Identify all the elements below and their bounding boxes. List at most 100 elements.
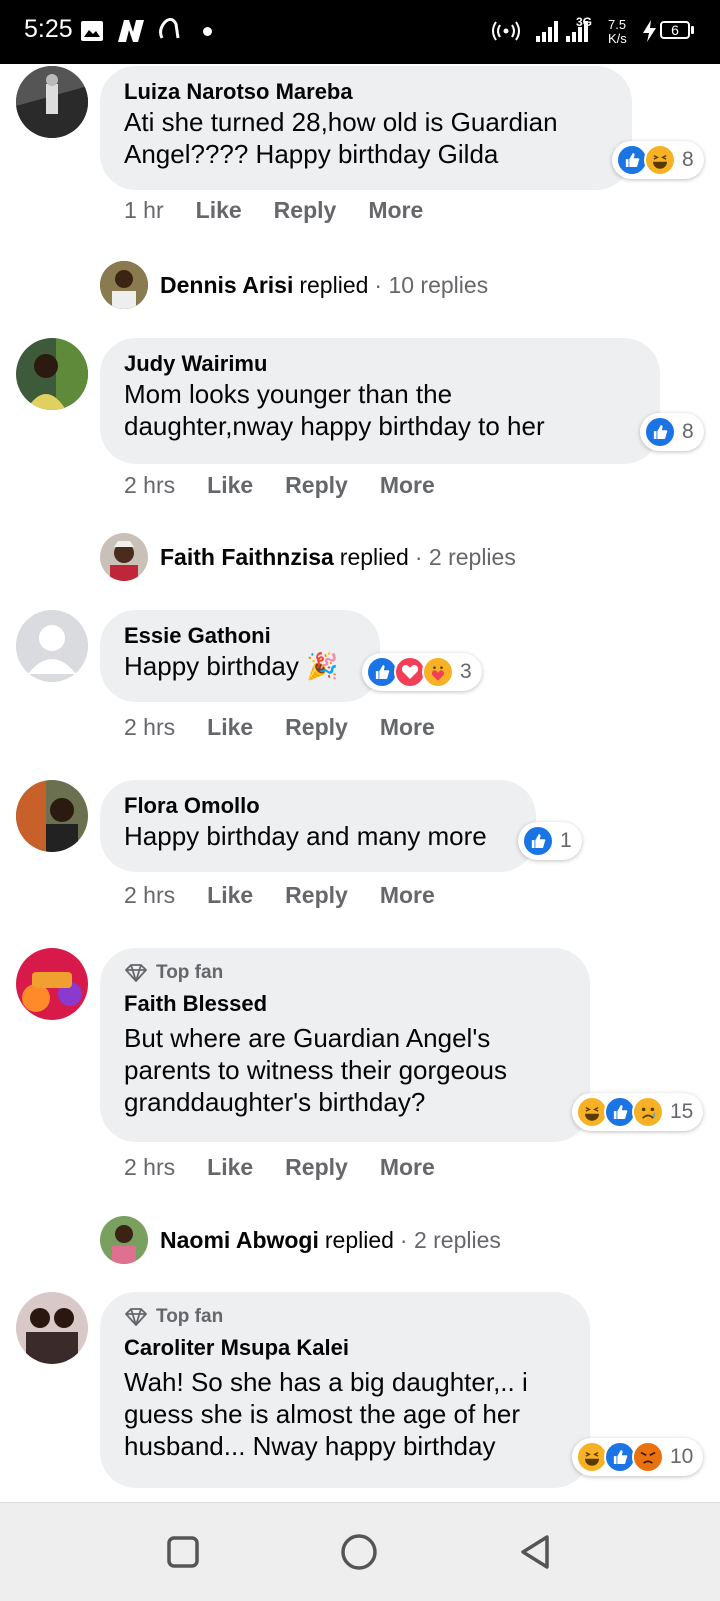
like-button[interactable]: Like xyxy=(207,472,253,499)
top-fan-label: Top fan xyxy=(156,1306,224,1327)
reaction-count: 8 xyxy=(682,420,694,443)
dot-icon xyxy=(203,27,212,36)
status-time: 5:25 xyxy=(24,15,73,43)
system-nav-bar xyxy=(0,1502,720,1601)
comment-actions: 2 hrs Like Reply More xyxy=(124,714,467,741)
reactions-summary[interactable]: 10 xyxy=(572,1438,704,1476)
comment-text-line: Happy birthday and many more xyxy=(124,821,487,851)
news-app-icon xyxy=(118,20,144,42)
default-avatar-icon[interactable] xyxy=(16,610,88,682)
reaction-count: 10 xyxy=(670,1445,694,1468)
reactions-summary[interactable]: 3 xyxy=(362,653,482,691)
more-button[interactable]: More xyxy=(368,197,423,224)
replied-label: replied xyxy=(339,543,409,570)
comment-time[interactable]: 2 hrs xyxy=(124,714,175,741)
battery-level: 6 xyxy=(671,22,679,38)
view-replies-link[interactable]: Dennis Arisi replied · 10 replies xyxy=(100,261,488,309)
circle-icon[interactable] xyxy=(340,1533,378,1571)
reply-button[interactable]: Reply xyxy=(285,1154,348,1181)
signal-icon-1 xyxy=(536,21,558,42)
reply-button[interactable]: Reply xyxy=(274,197,337,224)
more-button[interactable]: More xyxy=(380,882,435,909)
comment-author[interactable]: Flora Omollo xyxy=(124,792,512,820)
comment-bubble[interactable]: Flora Omollo Happy birthday and many mor… xyxy=(100,780,536,872)
like-reaction-icon xyxy=(644,416,676,448)
avatar[interactable] xyxy=(16,780,88,852)
view-replies-link[interactable]: Naomi Abwogi replied · 2 replies xyxy=(100,1216,501,1264)
comment-author[interactable]: Faith Blessed xyxy=(124,990,566,1018)
reaction-count: 8 xyxy=(682,148,694,171)
comment-author[interactable]: Caroliter Msupa Kalei xyxy=(124,1334,566,1362)
diamond-icon xyxy=(125,964,147,982)
like-button[interactable]: Like xyxy=(207,714,253,741)
reactions-summary[interactable]: 15 xyxy=(572,1093,704,1131)
comment-text-line: But where are Guardian Angel's xyxy=(124,1023,491,1053)
comment-time[interactable]: 2 hrs xyxy=(124,882,175,909)
comment-bubble[interactable]: Judy Wairimu Mom looks younger than the … xyxy=(100,338,660,464)
hotspot-icon xyxy=(492,21,520,41)
reaction-count: 15 xyxy=(670,1100,694,1123)
angry-reaction-icon xyxy=(632,1441,664,1473)
replied-label: replied xyxy=(324,1226,394,1253)
comment-actions: 2 hrs Like Reply More xyxy=(124,472,467,499)
top-fan-badge: Top fan xyxy=(124,960,566,986)
diamond-icon xyxy=(125,1308,147,1326)
battery-tip xyxy=(691,26,694,34)
like-reaction-icon xyxy=(522,825,554,857)
network-type: 3G xyxy=(576,15,593,29)
reply-count: · 2 replies xyxy=(399,1226,501,1253)
triangle-back-icon[interactable] xyxy=(518,1533,552,1571)
reply-author[interactable]: Faith Faithnzisa xyxy=(160,544,334,571)
reply-button[interactable]: Reply xyxy=(285,472,348,499)
comment-actions: 2 hrs Like Reply More xyxy=(124,1154,467,1181)
comment-text-line: Wah! So she has a big daughter,.. i xyxy=(124,1367,528,1397)
reply-button[interactable]: Reply xyxy=(285,714,348,741)
comment-time[interactable]: 1 hr xyxy=(124,197,164,224)
charging-icon xyxy=(643,20,656,42)
view-replies-link[interactable]: Faith Faithnzisa replied · 2 replies xyxy=(100,533,516,581)
status-bar: 5:25 3G 7.5 K/s 6 xyxy=(0,0,720,64)
comment-text-line: Angel???? Happy birthday Gilda xyxy=(124,139,499,169)
care-reaction-icon xyxy=(422,656,454,688)
avatar[interactable] xyxy=(16,1292,88,1364)
comment-time[interactable]: 2 hrs xyxy=(124,1154,175,1181)
reactions-summary[interactable]: 8 xyxy=(612,141,704,179)
avatar[interactable] xyxy=(16,338,88,410)
comment-text-line: husband... Nway happy birthday xyxy=(124,1431,496,1461)
avatar[interactable] xyxy=(16,948,88,1020)
vpn-icon xyxy=(159,18,180,39)
like-button[interactable]: Like xyxy=(196,197,242,224)
reply-author[interactable]: Naomi Abwogi xyxy=(160,1227,319,1254)
like-button[interactable]: Like xyxy=(207,1154,253,1181)
more-button[interactable]: More xyxy=(380,1154,435,1181)
haha-reaction-icon xyxy=(644,144,676,176)
comment-time[interactable]: 2 hrs xyxy=(124,472,175,499)
comment-author[interactable]: Essie Gathoni xyxy=(124,622,356,650)
reply-count: · 2 replies xyxy=(414,543,516,570)
like-button[interactable]: Like xyxy=(207,882,253,909)
reply-avatar xyxy=(100,533,148,581)
more-button[interactable]: More xyxy=(380,714,435,741)
replied-label: replied xyxy=(299,271,369,298)
comment-bubble[interactable]: Top fan Faith Blessed But where are Guar… xyxy=(100,948,590,1142)
sad-reaction-icon xyxy=(632,1096,664,1128)
reply-avatar xyxy=(100,261,148,309)
avatar[interactable] xyxy=(16,66,88,138)
comment-bubble[interactable]: Luiza Narotso Mareba Ati she turned 28,h… xyxy=(100,66,632,190)
comment-author[interactable]: Judy Wairimu xyxy=(124,350,636,378)
reaction-count: 3 xyxy=(460,660,472,683)
reactions-summary[interactable]: 1 xyxy=(518,822,582,860)
comment-bubble[interactable]: Top fan Caroliter Msupa Kalei Wah! So sh… xyxy=(100,1292,590,1488)
square-icon[interactable] xyxy=(166,1535,200,1569)
reactions-summary[interactable]: 8 xyxy=(640,413,704,451)
comment-bubble[interactable]: Essie Gathoni Happy birthday 🎉 xyxy=(100,610,380,702)
comment-text-line: Ati she turned 28,how old is Guardian xyxy=(124,107,558,137)
more-button[interactable]: More xyxy=(380,472,435,499)
comment-text-line: parents to witness their gorgeous xyxy=(124,1055,507,1085)
reply-author[interactable]: Dennis Arisi xyxy=(160,272,293,299)
speed-unit: K/s xyxy=(608,31,627,46)
top-fan-label: Top fan xyxy=(156,962,224,983)
reply-button[interactable]: Reply xyxy=(285,882,348,909)
reply-avatar xyxy=(100,1216,148,1264)
comment-author[interactable]: Luiza Narotso Mareba xyxy=(124,78,608,106)
